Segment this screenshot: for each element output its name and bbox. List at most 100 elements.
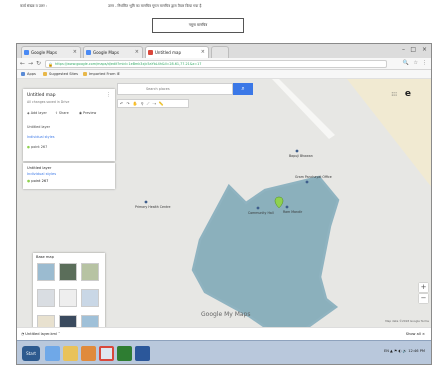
map-save-status: All changes saved in Drive	[27, 100, 70, 104]
maximize-icon[interactable]: □	[410, 46, 416, 53]
download-item[interactable]: ◔ Untitled layer.kml ˄	[21, 328, 60, 340]
placemark-label-2: Ram Mandir	[283, 210, 303, 214]
folder-icon	[83, 72, 87, 76]
layer-item-row[interactable]: ● point 267	[27, 145, 47, 149]
bookmark-imported-from-ie[interactable]: Imported From IE	[83, 70, 120, 79]
basemap-thumb-terrain[interactable]	[81, 263, 99, 281]
basemap-thumb-simple-atlas[interactable]	[81, 289, 99, 307]
lock-icon: 🔒	[48, 62, 53, 67]
basemap-thumb-whitewater[interactable]	[81, 315, 99, 327]
measure-icon[interactable]: 📏	[159, 101, 167, 106]
start-button[interactable]: Start	[22, 346, 40, 361]
browser-menu-icon[interactable]: ⋮	[422, 60, 427, 66]
zoom-out-button[interactable]: −	[419, 294, 428, 303]
individual-styles-link[interactable]: Individual styles	[27, 135, 55, 139]
placemark-dot-5[interactable]	[144, 200, 148, 204]
bookmark-label: Apps	[27, 72, 36, 76]
bookmark-star-icon[interactable]: ☆	[414, 60, 418, 66]
pin-icon: ●	[27, 145, 30, 149]
map-search-input[interactable]: Search places	[117, 83, 233, 95]
download-item-label: Untitled layer.kml	[25, 332, 58, 336]
explorer-taskbar-icon[interactable]	[63, 346, 78, 361]
bookmark-label: Imported From IE	[89, 72, 120, 76]
basemap-thumb-light-landmass[interactable]	[37, 315, 55, 327]
site-boundary-polygon[interactable]	[191, 175, 340, 327]
map-canvas[interactable]: Community Hall Ram Mandir Bapuji Bhawan …	[17, 79, 431, 327]
document-header: कार्य संख्या व उत्तर : उत्तर - निर्धारित…	[0, 0, 435, 42]
screenshot-frame: Google Maps × Google Maps × Untitled map…	[16, 43, 432, 365]
second-layer-item-row[interactable]: ● point 267	[27, 179, 48, 183]
layer-title[interactable]: Untitled layer	[27, 125, 50, 129]
map-road-line	[272, 79, 335, 139]
reload-icon[interactable]: ↻	[36, 60, 41, 67]
second-layer-style-link[interactable]: Individual styles	[27, 172, 56, 176]
basemap-thumb-light-political[interactable]	[37, 289, 55, 307]
placemark-dot-1[interactable]	[256, 206, 260, 210]
tab-label: Google Maps	[31, 50, 57, 55]
excel-taskbar-icon[interactable]	[117, 346, 132, 361]
document-label-right: उत्तर - निर्धारित भूमि का मानचित्र गूगल …	[108, 4, 202, 8]
basemap-thumb-satellite[interactable]	[59, 263, 77, 281]
browser-tab-bar: Google Maps × Google Maps × Untitled map…	[17, 44, 431, 58]
apps-grid-icon[interactable]: ⁝⁝⁝	[391, 91, 397, 98]
placemark-dot-3[interactable]	[295, 149, 299, 153]
tab-label: Google Maps	[93, 50, 119, 55]
placemark-dot-2[interactable]	[285, 205, 289, 209]
search-button[interactable]: ⌕	[233, 83, 253, 95]
basemap-thumb-map[interactable]	[37, 263, 55, 281]
close-tab-icon[interactable]: ×	[73, 47, 77, 58]
second-layer-item-label: point 267	[31, 179, 49, 183]
map-title[interactable]: Untitled map	[27, 93, 56, 98]
placemark-label-1: Community Hall	[248, 211, 274, 215]
my-maps-favicon-icon	[148, 50, 153, 55]
forward-icon[interactable]: →	[28, 60, 33, 67]
document-label-left: कार्य संख्या व उत्तर :	[20, 4, 48, 8]
close-tab-icon[interactable]: ×	[201, 47, 205, 58]
zoom-in-button[interactable]: +	[419, 283, 428, 292]
layer-item-label: point 267	[31, 145, 48, 149]
share-label: Share	[58, 111, 69, 115]
share-button[interactable]: ⇪ Share	[55, 111, 69, 115]
browser-tab-1[interactable]: Google Maps ×	[21, 46, 81, 58]
back-icon[interactable]: ←	[20, 60, 25, 67]
bookmark-apps[interactable]: Apps	[21, 70, 36, 79]
bookmarks-bar: Apps Suggested Sites Imported From IE	[17, 70, 431, 79]
minimize-icon[interactable]: –	[402, 46, 405, 53]
second-layer-panel: Untitled layer Individual styles ● point…	[23, 163, 115, 189]
close-window-icon[interactable]: ×	[422, 46, 427, 53]
preview-button[interactable]: ◉ Preview	[79, 111, 96, 115]
new-tab-button[interactable]	[211, 46, 229, 58]
show-all-label: Show all	[405, 332, 421, 336]
system-tray[interactable]: EN ▲ ⚑ ◐ 🔊 12:46 PM	[384, 349, 425, 353]
map-copyright[interactable]: Map data ©2018 Google Terms	[385, 319, 429, 323]
preview-label: Preview	[83, 111, 97, 115]
maps-favicon-icon	[24, 50, 29, 55]
bookmark-suggested-sites[interactable]: Suggested Sites	[43, 70, 78, 79]
hand-icon[interactable]: ✋	[133, 101, 141, 106]
word-taskbar-icon[interactable]	[135, 346, 150, 361]
basemap-thumb-dark-landmass[interactable]	[59, 315, 77, 327]
pin-icon: ●	[27, 179, 31, 183]
maps-favicon-icon	[86, 50, 91, 55]
account-avatar[interactable]: e	[405, 89, 411, 99]
browser-tab-3-active[interactable]: Untitled map ×	[145, 46, 209, 58]
ie-taskbar-icon[interactable]	[45, 346, 60, 361]
url-text: https://www.google.com/maps/d/edit?mid=1…	[55, 62, 202, 66]
address-bar: ← → ↻ 🔒 https://www.google.com/maps/d/ed…	[17, 58, 431, 70]
close-tab-icon[interactable]: ×	[135, 47, 139, 58]
map-land-background	[347, 79, 431, 187]
placemark-dot-4[interactable]	[305, 180, 309, 184]
windows-taskbar: Start EN ▲ ⚑ ◐ 🔊 12:46 PM	[17, 340, 431, 364]
media-taskbar-icon[interactable]	[81, 346, 96, 361]
placemark-label-4: Gram Panchayat Office	[295, 175, 332, 179]
more-options-icon[interactable]: ⋮	[106, 92, 111, 98]
chrome-taskbar-icon[interactable]	[99, 346, 114, 361]
show-all-downloads-button[interactable]: Show all ×	[406, 328, 425, 340]
add-layer-button[interactable]: ◈ Add layer	[27, 111, 47, 115]
basemap-thumb-mono-city[interactable]	[59, 289, 77, 307]
add-layer-label: Add layer	[30, 111, 47, 115]
url-input[interactable]: 🔒 https://www.google.com/maps/d/edit?mid…	[45, 60, 387, 68]
second-layer-title[interactable]: Untitled layer	[27, 166, 51, 170]
browser-tab-2[interactable]: Google Maps ×	[83, 46, 143, 58]
zoom-icon[interactable]: 🔍	[403, 60, 409, 66]
